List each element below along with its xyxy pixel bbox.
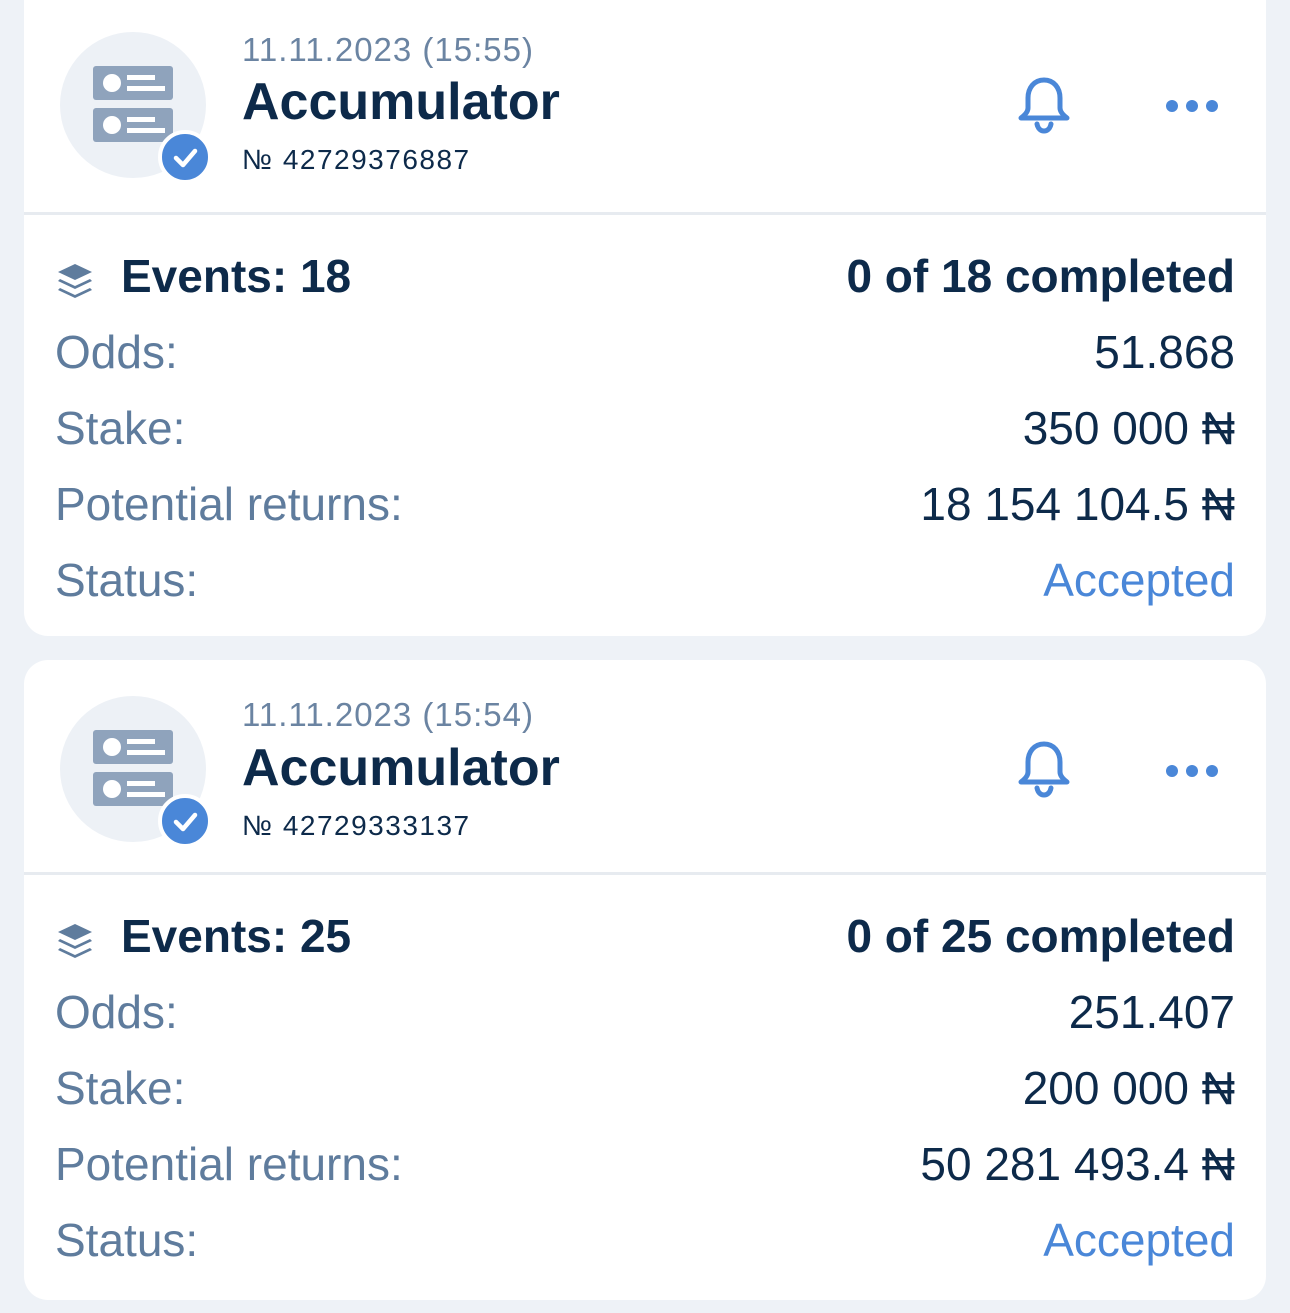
events-completed: 0 of 25 completed <box>846 910 1235 962</box>
stake-label: Stake: <box>55 1062 186 1114</box>
status-value: Accepted <box>1043 554 1235 606</box>
stake-row: Stake: 200 000 ₦ <box>55 1061 1235 1121</box>
status-row: Status: Accepted <box>55 553 1235 613</box>
events-count: Events: 18 <box>121 250 352 302</box>
status-value: Accepted <box>1043 1214 1235 1266</box>
odds-value: 51.868 <box>1094 326 1235 378</box>
check-icon <box>158 794 212 848</box>
bell-icon[interactable] <box>1014 74 1074 134</box>
bet-card[interactable]: 11.11.2023 (15:55) Accumulator № 4272937… <box>24 0 1266 636</box>
stake-label: Stake: <box>55 402 186 454</box>
bet-card-header: 11.11.2023 (15:55) Accumulator № 4272937… <box>24 0 1266 215</box>
bet-datetime: 11.11.2023 (15:54) <box>242 696 534 733</box>
bet-card[interactable]: 11.11.2023 (15:54) Accumulator № 4272933… <box>24 660 1266 1300</box>
returns-value: 18 154 104.5 ₦ <box>920 478 1235 530</box>
status-label: Status: <box>55 554 199 606</box>
events-row: Events: 18 0 of 18 completed <box>55 249 1235 309</box>
odds-value: 251.407 <box>1068 986 1235 1038</box>
bet-number: № 42729376887 <box>242 144 471 175</box>
odds-label: Odds: <box>55 986 178 1038</box>
bet-avatar <box>60 696 212 848</box>
more-icon[interactable] <box>1164 96 1220 116</box>
returns-value: 50 281 493.4 ₦ <box>920 1138 1235 1190</box>
more-icon[interactable] <box>1164 761 1220 781</box>
bet-number: № 42729333137 <box>242 810 471 841</box>
events-count: Events: 25 <box>121 910 352 962</box>
returns-label: Potential returns: <box>55 478 403 530</box>
bet-type-title: Accumulator <box>242 73 560 131</box>
events-row: Events: 25 0 of 25 completed <box>55 909 1235 969</box>
bet-datetime: 11.11.2023 (15:55) <box>242 31 534 68</box>
stake-value: 200 000 ₦ <box>1022 1062 1235 1114</box>
layers-icon <box>58 264 92 298</box>
odds-row: Odds: 51.868 <box>55 325 1235 385</box>
status-row: Status: Accepted <box>55 1213 1235 1273</box>
returns-row: Potential returns: 50 281 493.4 ₦ <box>55 1137 1235 1197</box>
stake-row: Stake: 350 000 ₦ <box>55 401 1235 461</box>
returns-label: Potential returns: <box>55 1138 403 1190</box>
bet-card-header: 11.11.2023 (15:54) Accumulator № 4272933… <box>24 660 1266 875</box>
returns-row: Potential returns: 18 154 104.5 ₦ <box>55 477 1235 537</box>
bell-icon[interactable] <box>1014 738 1074 798</box>
check-icon <box>158 130 212 184</box>
stake-value: 350 000 ₦ <box>1022 402 1235 454</box>
bet-avatar <box>60 32 212 184</box>
bet-type-title: Accumulator <box>242 739 560 797</box>
layers-icon <box>58 924 92 958</box>
events-completed: 0 of 18 completed <box>846 250 1235 302</box>
odds-label: Odds: <box>55 326 178 378</box>
ticket-icon <box>93 66 173 142</box>
status-label: Status: <box>55 1214 199 1266</box>
ticket-icon <box>93 730 173 806</box>
odds-row: Odds: 251.407 <box>55 985 1235 1045</box>
